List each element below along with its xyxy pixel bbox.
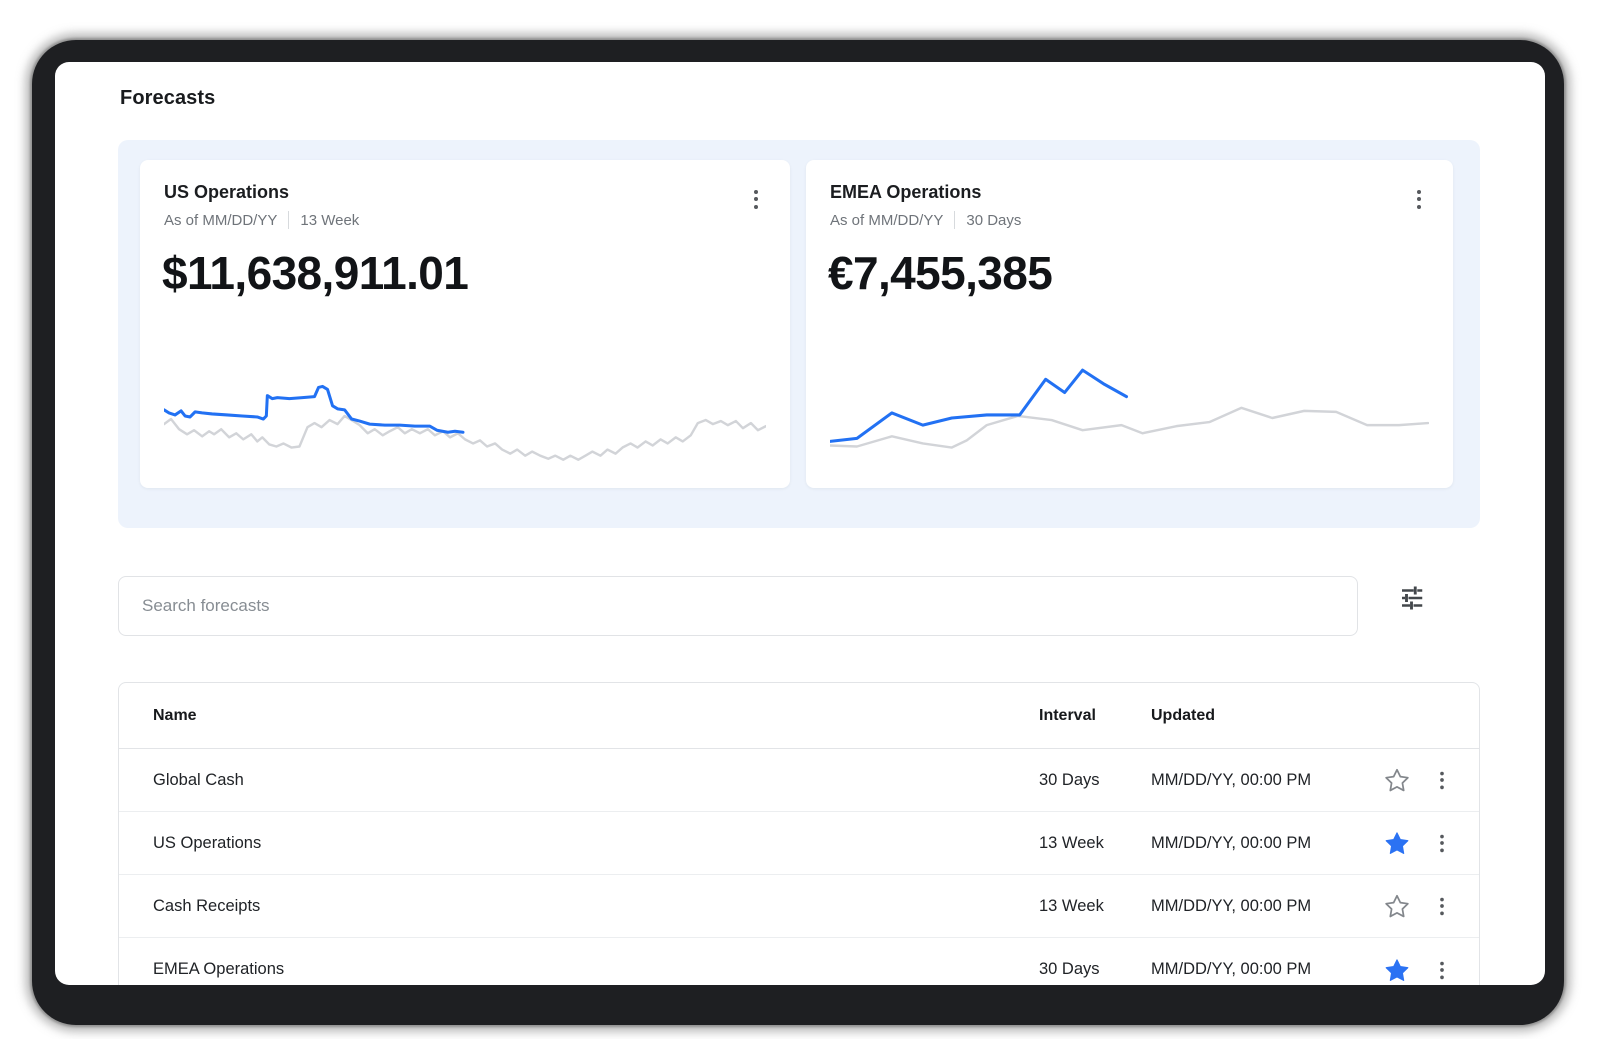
forecasts-table: Name Interval Updated Global Cash 30 Day… (118, 682, 1480, 985)
row-updated: MM/DD/YY, 00:00 PM (1151, 834, 1373, 853)
filter-sliders-icon (1397, 583, 1427, 613)
kebab-menu-icon (754, 190, 758, 209)
card-interval: 13 Week (300, 212, 359, 229)
star-icon (1384, 767, 1410, 793)
kebab-menu-icon (1440, 897, 1444, 914)
star-toggle-button[interactable] (1382, 765, 1412, 795)
row-menu-button[interactable] (1433, 766, 1451, 794)
filter-button[interactable] (1392, 578, 1432, 618)
screenshot-stage: Forecasts US Operations As of MM/DD/YY 1… (0, 0, 1600, 1039)
actual-line (164, 386, 463, 432)
star-toggle-button[interactable] (1382, 955, 1412, 985)
forecast-card-us[interactable]: US Operations As of MM/DD/YY 13 Week $11… (140, 160, 790, 488)
row-name: EMEA Operations (119, 960, 1039, 979)
row-menu-button[interactable] (1433, 892, 1451, 920)
subtitle-divider (288, 211, 289, 229)
card-interval: 30 Days (966, 212, 1021, 229)
row-name: Global Cash (119, 771, 1039, 790)
row-name: US Operations (119, 834, 1039, 853)
kebab-menu-icon (1417, 190, 1421, 209)
sparkline-svg (164, 362, 766, 474)
card-subtitle: As of MM/DD/YY 30 Days (830, 211, 1021, 229)
star-toggle-button[interactable] (1382, 891, 1412, 921)
forecast-cards-section: US Operations As of MM/DD/YY 13 Week $11… (118, 140, 1480, 528)
forecast-value: $11,638,911.01 (162, 248, 468, 298)
baseline-line (830, 408, 1428, 448)
row-interval: 13 Week (1039, 834, 1151, 853)
table-header-row: Name Interval Updated (119, 683, 1479, 749)
kebab-menu-icon (1440, 771, 1444, 788)
sparkline-chart (164, 362, 766, 474)
row-updated: MM/DD/YY, 00:00 PM (1151, 897, 1373, 916)
star-icon (1384, 957, 1410, 983)
row-interval: 30 Days (1039, 960, 1151, 979)
row-updated: MM/DD/YY, 00:00 PM (1151, 960, 1373, 979)
kebab-menu-icon (1440, 961, 1444, 978)
table-row[interactable]: US Operations 13 Week MM/DD/YY, 00:00 PM (119, 812, 1479, 875)
sparkline-chart (830, 362, 1429, 474)
star-icon (1384, 893, 1410, 919)
sparkline-svg (830, 362, 1429, 474)
column-header-interval: Interval (1039, 707, 1151, 725)
star-icon (1384, 830, 1410, 856)
table-row[interactable]: Cash Receipts 13 Week MM/DD/YY, 00:00 PM (119, 875, 1479, 938)
card-menu-button[interactable] (1409, 184, 1429, 214)
table-row[interactable]: Global Cash 30 Days MM/DD/YY, 00:00 PM (119, 749, 1479, 812)
search-input[interactable] (118, 576, 1358, 636)
card-as-of: As of MM/DD/YY (830, 212, 943, 229)
column-header-updated: Updated (1151, 707, 1373, 725)
kebab-menu-icon (1440, 834, 1444, 851)
row-interval: 13 Week (1039, 897, 1151, 916)
card-subtitle: As of MM/DD/YY 13 Week (164, 211, 359, 229)
card-as-of: As of MM/DD/YY (164, 212, 277, 229)
row-menu-button[interactable] (1433, 956, 1451, 984)
row-menu-button[interactable] (1433, 829, 1451, 857)
page-title: Forecasts (120, 85, 215, 111)
table-row[interactable]: EMEA Operations 30 Days MM/DD/YY, 00:00 … (119, 938, 1479, 985)
subtitle-divider (954, 211, 955, 229)
row-interval: 30 Days (1039, 771, 1151, 790)
row-updated: MM/DD/YY, 00:00 PM (1151, 771, 1373, 790)
card-title: US Operations (164, 182, 289, 203)
card-title: EMEA Operations (830, 182, 981, 203)
card-menu-button[interactable] (746, 184, 766, 214)
forecasts-page: Forecasts US Operations As of MM/DD/YY 1… (55, 62, 1545, 985)
forecast-value: €7,455,385 (828, 248, 1052, 298)
star-toggle-button[interactable] (1382, 828, 1412, 858)
forecast-card-emea[interactable]: EMEA Operations As of MM/DD/YY 30 Days €… (806, 160, 1453, 488)
column-header-name: Name (119, 707, 1039, 725)
baseline-line (164, 416, 766, 460)
row-name: Cash Receipts (119, 897, 1039, 916)
